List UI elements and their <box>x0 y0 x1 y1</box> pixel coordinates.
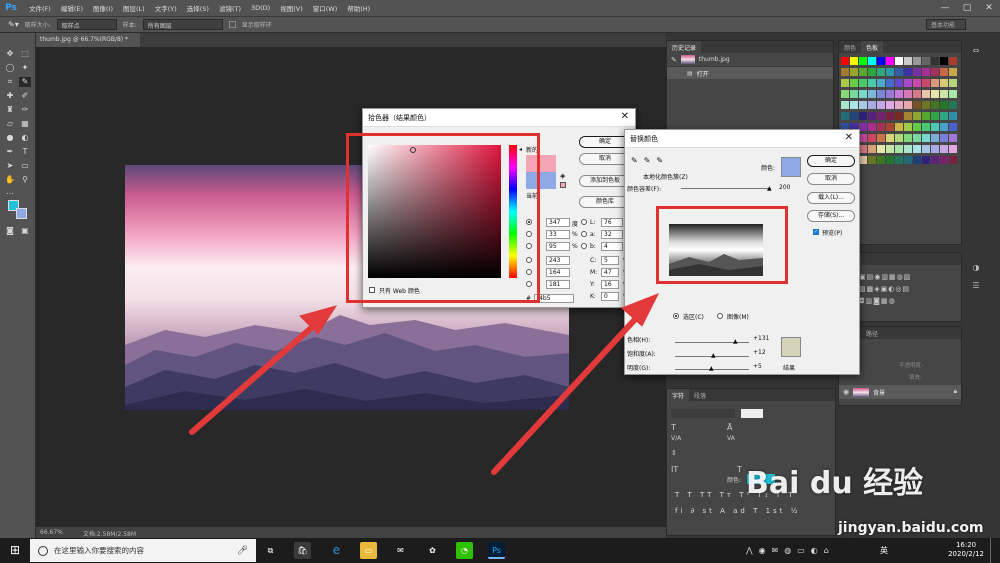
windows-start-icon[interactable]: ⊞ <box>0 538 30 563</box>
system-tray-icons[interactable]: ⋀◉✉◍▭◐⌂ <box>746 546 835 555</box>
search-placeholder: 在这里输入你要搜索的内容 <box>54 546 144 555</box>
microphone-icon[interactable]: 🎤︎ <box>237 546 248 556</box>
task-view-icon[interactable]: ⧉ <box>262 542 279 559</box>
clock-date: 2020/2/12 <box>948 550 984 558</box>
search-circle-icon <box>38 545 48 556</box>
file-explorer-icon[interactable]: ▭ <box>360 542 377 559</box>
wechat-icon[interactable]: ◔ <box>456 542 473 559</box>
store-icon[interactable]: 🛍︎ <box>294 542 311 559</box>
show-desktop-button[interactable] <box>990 538 991 563</box>
ime-indicator[interactable]: 英 <box>880 545 888 556</box>
baidu-jingyan-logo: Bai du 经验 <box>746 466 924 501</box>
taskbar-search[interactable]: 在这里输入你要搜索的内容 🎤︎ <box>30 539 256 562</box>
taskbar-clock[interactable]: 16:20 2020/2/12 <box>948 541 984 559</box>
app-icon[interactable]: ✿ <box>424 542 441 559</box>
edge-browser-icon[interactable]: e <box>328 542 345 559</box>
clock-time: 16:20 <box>955 541 977 549</box>
windows-taskbar: ⊞ 在这里输入你要搜索的内容 🎤︎ ⧉ 🛍︎ e ▭ ✉ ✿ ◔ Ps ⋀◉✉◍… <box>0 538 1000 563</box>
watermark-url: jingyan.baidu.com <box>838 520 984 536</box>
mail-icon[interactable]: ✉ <box>392 542 409 559</box>
photoshop-taskbar-icon[interactable]: Ps <box>488 542 505 559</box>
